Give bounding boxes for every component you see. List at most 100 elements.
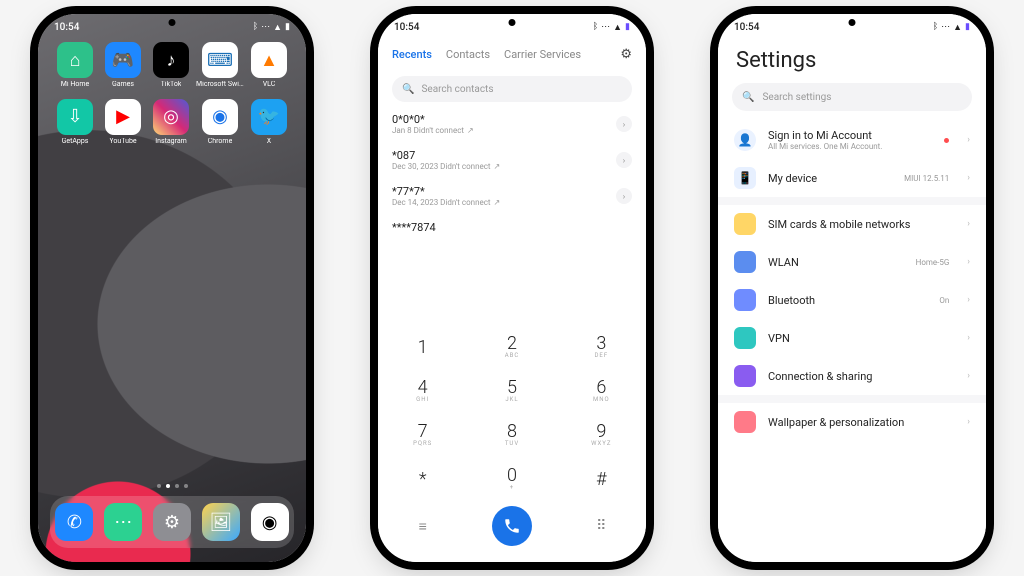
dialkey-*[interactable]: *	[378, 456, 467, 500]
phone-icon	[503, 517, 521, 535]
chevron-right-icon: ›	[967, 135, 970, 145]
settings-row-wallpaper-personalization[interactable]: Wallpaper & personalization›	[718, 403, 986, 441]
recent-number: ****7874	[392, 221, 632, 234]
tab-contacts[interactable]: Contacts	[446, 48, 490, 61]
settings-row-label: WLAN	[768, 256, 904, 269]
app-icon: 🐦	[251, 99, 287, 135]
chevron-right-icon[interactable]: ›	[616, 152, 632, 168]
search-settings[interactable]: 🔍 Search settings	[732, 83, 972, 111]
app-label: Mi Home	[61, 81, 89, 89]
recent-number: 0*0*0*	[392, 113, 608, 126]
status-time: 10:54	[734, 22, 759, 33]
search-icon: 🔍	[402, 84, 414, 95]
account-label: Sign in to Mi Account	[768, 129, 926, 142]
dock: ✆ ⋯ ⚙ 🖼 ◉	[50, 496, 294, 548]
settings-row-bluetooth[interactable]: BluetoothOn›	[718, 281, 986, 319]
dialkey-1[interactable]: 1	[378, 324, 467, 368]
dialkey-9[interactable]: 9WXYZ	[557, 412, 646, 456]
app-label: VLC	[263, 81, 276, 89]
chevron-right-icon: ›	[967, 219, 970, 229]
settings-row-label: Bluetooth	[768, 294, 927, 307]
dots-icon: ⋯	[941, 22, 950, 32]
dialkey-2[interactable]: 2ABC	[467, 324, 556, 368]
app-getapps[interactable]: ⇩GetApps	[52, 99, 98, 146]
chevron-right-icon: ›	[967, 295, 970, 305]
dialkey-3[interactable]: 3DEF	[557, 324, 646, 368]
dock-app[interactable]: 🖼	[202, 503, 240, 541]
my-device-row[interactable]: 📱 My device MIUI 12.5.11 ›	[718, 159, 986, 197]
dialkey-7[interactable]: 7PQRS	[378, 412, 467, 456]
settings-row-connection-sharing[interactable]: Connection & sharing›	[718, 357, 986, 395]
status-bar: 10:54 ᛒ ⋯ ▲ ▮	[718, 18, 986, 36]
dock-app[interactable]: ✆	[55, 503, 93, 541]
recent-call-row[interactable]: *087Dec 30, 2023 Didn't connect ↗›	[378, 142, 646, 178]
settings-row-icon	[734, 251, 756, 273]
search-contacts[interactable]: 🔍 Search contacts	[392, 76, 632, 102]
dock-app[interactable]: ⚙	[153, 503, 191, 541]
settings-row-label: SIM cards & mobile networks	[768, 218, 949, 231]
app-vlc[interactable]: ▲ VLC	[246, 42, 292, 89]
app-icon: ♪	[153, 42, 189, 78]
settings-row-icon	[734, 289, 756, 311]
app-label: YouTube	[109, 138, 136, 146]
gear-icon[interactable]: ⚙	[620, 47, 632, 62]
settings-row-wlan[interactable]: WLANHome-5G›	[718, 243, 986, 281]
settings-row-sim-cards-mobile-networks[interactable]: SIM cards & mobile networks ›	[718, 205, 986, 243]
dialpad-collapse-icon[interactable]: ⠿	[581, 518, 621, 534]
recent-number: *77*7*	[392, 185, 608, 198]
page-indicator[interactable]	[38, 484, 306, 488]
section-divider	[718, 197, 986, 205]
settings-row-label: VPN	[768, 332, 949, 345]
dialkey-#[interactable]: #	[557, 456, 646, 500]
app-icon: ▲	[251, 42, 287, 78]
account-sub: All Mi services. One Mi Account.	[768, 142, 926, 151]
app-chrome[interactable]: ◉Chrome	[196, 99, 244, 146]
status-time: 10:54	[394, 22, 419, 33]
status-bar: 10:54 ᛒ ⋯ ▲ ▮	[38, 18, 306, 36]
app-games[interactable]: 🎮Games	[100, 42, 146, 89]
app-label: Chrome	[208, 138, 233, 146]
dialkey-4[interactable]: 4GHI	[378, 368, 467, 412]
notification-dot	[944, 138, 949, 143]
phone-dialer: 10:54 ᛒ ⋯ ▲ ▮ Recents Contacts Carrier Ser…	[378, 14, 646, 562]
recent-number: *087	[392, 149, 608, 162]
device-value: MIUI 12.5.11	[904, 174, 949, 183]
dialkey-6[interactable]: 6MNO	[557, 368, 646, 412]
bluetooth-icon: ᛒ	[933, 22, 938, 32]
app-instagram[interactable]: ◎Instagram	[148, 99, 194, 146]
app-icon: 🎮	[105, 42, 141, 78]
app-x[interactable]: 🐦X	[246, 99, 292, 146]
recent-call-row[interactable]: ****7874	[378, 214, 646, 241]
status-bar: 10:54 ᛒ ⋯ ▲ ▮	[378, 18, 646, 36]
section-divider	[718, 395, 986, 403]
app-microsoft-swiftkey-[interactable]: ⌨Microsoft SwiftKey …	[196, 42, 244, 89]
app-youtube[interactable]: ▶YouTube	[100, 99, 146, 146]
recents-list: 0*0*0*Jan 8 Didn't connect ↗›*087Dec 30,…	[378, 106, 646, 241]
mi-account-row[interactable]: 👤 Sign in to Mi Account All Mi services.…	[718, 121, 986, 159]
bluetooth-icon: ᛒ	[593, 22, 598, 32]
recent-call-row[interactable]: 0*0*0*Jan 8 Didn't connect ↗›	[378, 106, 646, 142]
app-icon: ⇩	[57, 99, 93, 135]
dialkey-5[interactable]: 5JKL	[467, 368, 556, 412]
dialkey-0[interactable]: 0+	[467, 456, 556, 500]
app-mi-home[interactable]: ⌂Mi Home	[52, 42, 98, 89]
settings-row-label: Wallpaper & personalization	[768, 416, 949, 429]
menu-icon[interactable]: ≡	[403, 518, 443, 535]
tab-carrier-services[interactable]: Carrier Services	[504, 48, 581, 61]
dialkey-8[interactable]: 8TUV	[467, 412, 556, 456]
recent-call-row[interactable]: *77*7*Dec 14, 2023 Didn't connect ↗ ›	[378, 178, 646, 214]
app-tiktok[interactable]: ♪TikTok	[148, 42, 194, 89]
recent-subtext: Dec 14, 2023 Didn't connect ↗	[392, 198, 608, 207]
device-icon: 📱	[734, 167, 756, 189]
chevron-right-icon[interactable]: ›	[616, 188, 632, 204]
call-button[interactable]	[492, 506, 532, 546]
settings-row-icon	[734, 411, 756, 433]
wifi-icon: ▲	[273, 22, 282, 33]
dots-icon: ⋯	[261, 22, 270, 32]
settings-row-vpn[interactable]: VPN›	[718, 319, 986, 357]
dock-app[interactable]: ◉	[251, 503, 289, 541]
dots-icon: ⋯	[601, 22, 610, 32]
dock-app[interactable]: ⋯	[104, 503, 142, 541]
tab-recents[interactable]: Recents	[392, 48, 432, 61]
chevron-right-icon[interactable]: ›	[616, 116, 632, 132]
